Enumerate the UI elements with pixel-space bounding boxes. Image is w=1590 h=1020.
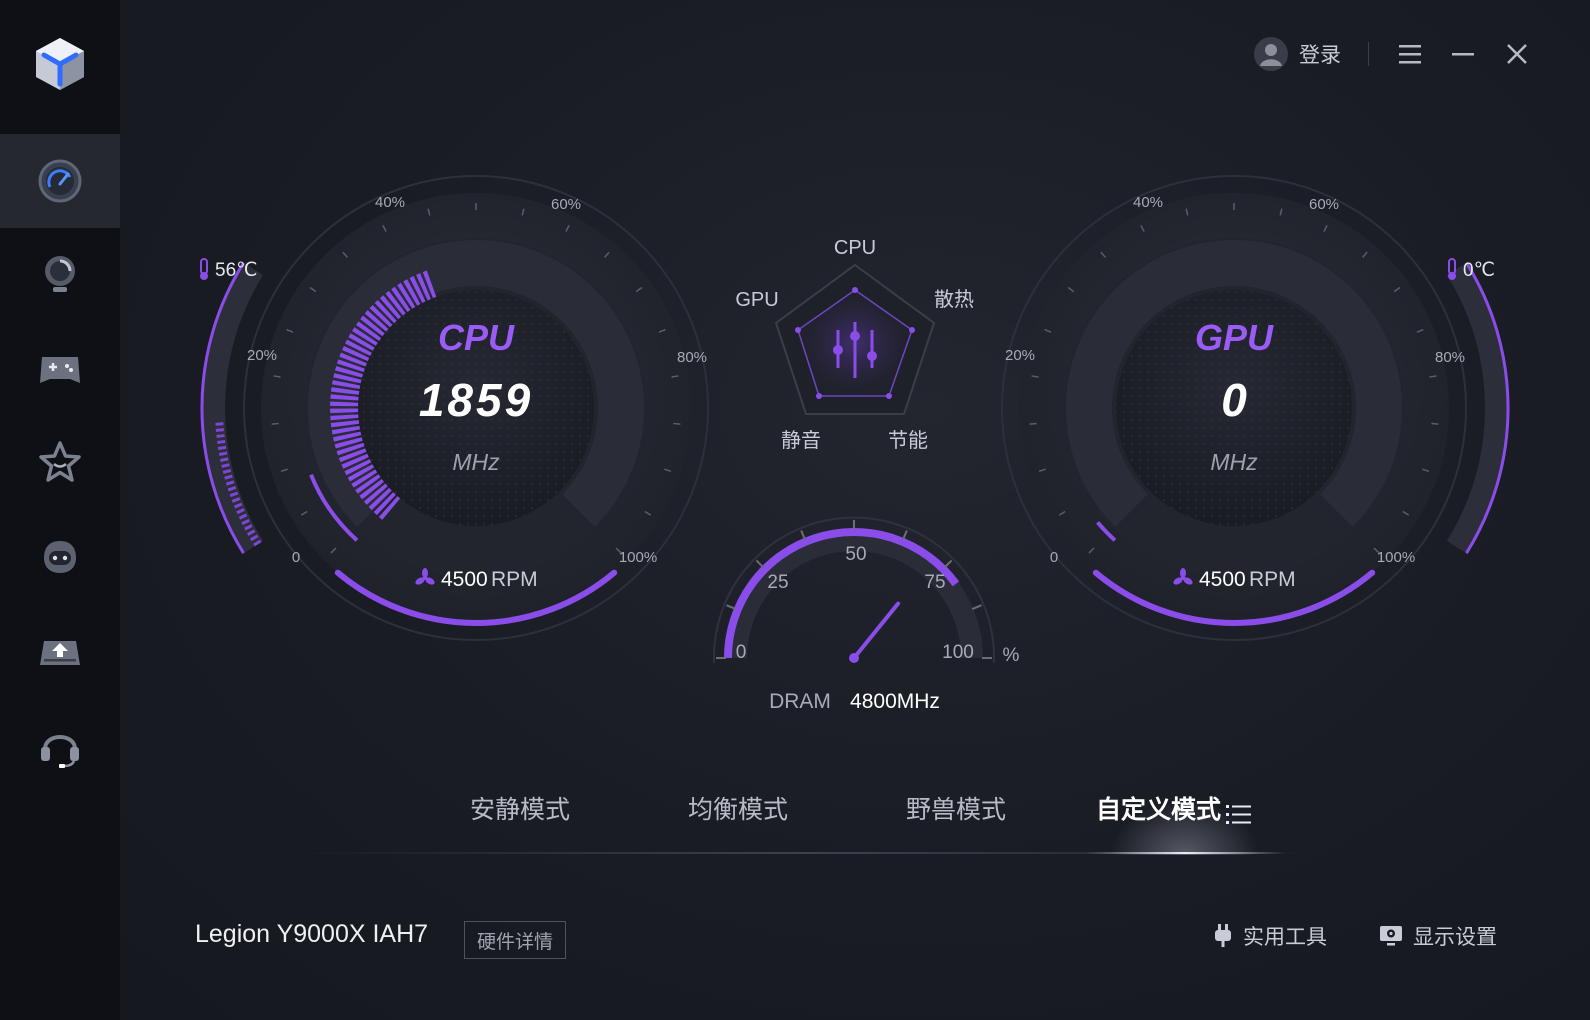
custom-mode-settings-button[interactable]: [1226, 803, 1252, 830]
dram-frequency: 4800MHz: [850, 690, 940, 713]
cpu-tick-label-40: 40%: [375, 194, 405, 211]
dram-tick-mark: [755, 559, 765, 569]
gpu-fan-unit: RPM: [1249, 568, 1296, 591]
display-settings-link[interactable]: 显示设置: [1378, 921, 1497, 951]
gpu-gauge: GPU 0 MHz 0℃ 4500 RPM 0 20% 40% 60% 80% …: [1001, 175, 1510, 641]
cpu-tick-label-100: 100%: [619, 549, 657, 566]
performance-radar[interactable]: CPU GPU 散热 静音 节能: [735, 237, 974, 452]
cpu-frequency-unit: MHz: [452, 449, 500, 475]
radar-label-cooling: 散热: [934, 288, 974, 311]
tab-balanced-mode[interactable]: 均衡模式: [688, 790, 788, 826]
gpu-tick-mark: [1431, 422, 1439, 425]
thermometer-icon: [200, 258, 208, 280]
gpu-tick-label-0: 0: [1050, 549, 1058, 566]
dram-needle-hub: [849, 653, 859, 663]
cpu-tick-mark: [673, 422, 681, 425]
gpu-tick-label-60: 60%: [1309, 196, 1339, 213]
gpu-fan-speed: 4500: [1199, 568, 1246, 591]
active-tab-indicator: [1085, 852, 1285, 854]
radar-label-cpu: CPU: [834, 237, 876, 259]
gpu-frequency-value: 0: [1221, 374, 1247, 426]
list-icon: [1226, 805, 1251, 824]
cpu-tick-label-20: 20%: [247, 347, 277, 364]
dram-tick-label-50: 50: [845, 544, 866, 565]
performance-dashboard: CPU 1859 MHz 56℃ 4500 RPM 0 20% 40% 60% …: [200, 175, 1510, 713]
cpu-temperature: 56℃: [215, 260, 257, 281]
cpu-tick-mark: [271, 422, 279, 425]
gpu-temperature: 0℃: [1463, 260, 1495, 281]
dram-label: DRAM: [769, 690, 831, 713]
cpu-tick-label-0: 0: [292, 549, 300, 566]
display-settings-label: 显示设置: [1413, 926, 1497, 949]
cpu-fan-speed: 4500: [441, 568, 488, 591]
dram-tick-label-100: 100: [942, 642, 974, 663]
gpu-frequency-unit: MHz: [1210, 449, 1258, 475]
radar-label-gpu: GPU: [735, 289, 778, 311]
cpu-tick-label-80: 80%: [677, 349, 707, 366]
gpu-tick-label-100: 100%: [1377, 549, 1415, 566]
tab-beast-mode[interactable]: 野兽模式: [906, 790, 1006, 826]
gpu-tick-label-80: 80%: [1435, 349, 1465, 366]
utilities-label: 实用工具: [1243, 926, 1327, 949]
dram-tick-label-25: 25: [767, 572, 788, 593]
radar-label-eco: 节能: [888, 429, 928, 452]
tab-quiet-mode[interactable]: 安静模式: [470, 790, 570, 826]
cpu-gauge: CPU 1859 MHz 56℃ 4500 RPM 0 20% 40% 60% …: [200, 175, 709, 641]
plug-icon: [1215, 924, 1231, 947]
dram-tick-mark: [943, 559, 953, 569]
dram-tick-label-0: 0: [736, 642, 747, 663]
radar-label-quiet: 静音: [781, 429, 821, 452]
device-name: Legion Y9000X IAH7: [195, 920, 429, 948]
monitor-settings-icon: [1380, 926, 1402, 946]
dram-unit: %: [1003, 645, 1020, 666]
gpu-tick-mark: [1029, 422, 1037, 425]
dram-tick-label-75: 75: [924, 572, 945, 593]
dram-tick-mark: [971, 604, 982, 610]
dram-gauge: 0 25 50 75 100 % DRAM 4800MHz: [713, 516, 1020, 713]
thermometer-icon: [1448, 258, 1456, 280]
utilities-link[interactable]: 实用工具: [1212, 921, 1327, 951]
cpu-fan-unit: RPM: [491, 568, 538, 591]
tab-custom-mode[interactable]: 自定义模式: [1096, 790, 1221, 826]
cpu-tick-label-60: 60%: [551, 196, 581, 213]
hardware-details-button[interactable]: 硬件详情: [464, 921, 566, 959]
cpu-frequency-value: 1859: [419, 374, 533, 426]
gpu-tick-label-20: 20%: [1005, 347, 1035, 364]
gpu-tick-label-40: 40%: [1133, 194, 1163, 211]
gpu-title: GPU: [1195, 317, 1274, 358]
dram-needle: [852, 601, 901, 660]
cpu-title: CPU: [438, 317, 515, 358]
